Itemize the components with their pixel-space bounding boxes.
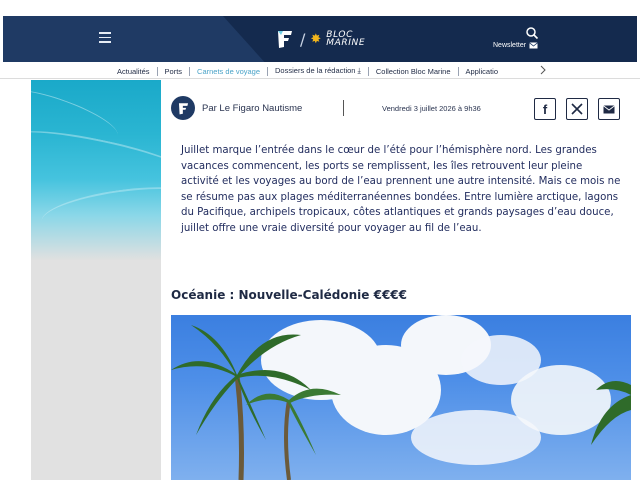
sun-icon: ✸: [310, 31, 322, 47]
email-share-icon[interactable]: [598, 98, 620, 120]
nav-items: Actualités Ports Carnets de voyage Dossi…: [117, 66, 498, 76]
author-avatar[interactable]: [171, 96, 195, 120]
top-strip: [0, 0, 640, 16]
article-byline: Par Le Figaro Nautisme Vendredi 3 juille…: [171, 96, 621, 122]
x-share-icon[interactable]: [566, 98, 588, 120]
nav-item-ports[interactable]: Ports: [165, 67, 183, 76]
brand-line-2: MARINE: [326, 38, 366, 48]
section-heading: Océanie : Nouvelle-Calédonie €€€€: [171, 288, 407, 302]
nav-item-applications[interactable]: Applicatio: [466, 67, 499, 76]
publish-date: Vendredi 3 juillet 2026 à 9h36: [382, 104, 481, 113]
side-panel: [31, 260, 161, 480]
x-logo-icon: [571, 103, 583, 115]
figaro-logo-icon: [278, 31, 292, 48]
envelope-icon: [529, 42, 538, 49]
palm-trees: [171, 325, 631, 480]
nav-divider: [367, 66, 369, 76]
nav-item-actualites[interactable]: Actualités: [117, 67, 150, 76]
author-name[interactable]: Par Le Figaro Nautisme: [202, 103, 302, 114]
search-icon[interactable]: [525, 26, 539, 40]
section-nav: Actualités Ports Carnets de voyage Dossi…: [0, 62, 640, 79]
brand-divider: /: [300, 29, 306, 49]
newsletter-label: Newsletter: [493, 42, 527, 49]
nav-divider: [189, 66, 191, 76]
envelope-icon: [603, 104, 615, 113]
nav-divider: [156, 66, 158, 76]
brand-logo[interactable]: / ✸ BLOC MARINE: [275, 28, 365, 50]
bloc-marine-wordmark: BLOC MARINE: [326, 31, 366, 48]
side-ocean-image: [31, 80, 161, 260]
facebook-glyph: f: [542, 101, 548, 117]
hamburger-menu-icon[interactable]: [99, 32, 111, 44]
figaro-logo-icon: [178, 102, 188, 114]
chevron-right-icon[interactable]: [540, 65, 546, 75]
newsletter-button[interactable]: Newsletter: [493, 42, 538, 49]
nav-divider: [457, 66, 459, 76]
site-header: / ✸ BLOC MARINE Newsletter: [3, 16, 637, 62]
nav-item-carnets-de-voyage[interactable]: Carnets de voyage: [197, 67, 260, 76]
byline-divider: [343, 100, 344, 116]
nav-item-collection-bloc-marine[interactable]: Collection Bloc Marine: [376, 67, 451, 76]
facebook-share-icon[interactable]: f: [534, 98, 556, 120]
article-intro: Juillet marque l’entrée dans le cœur de …: [181, 145, 621, 234]
nav-item-dossiers[interactable]: Dossiers de la rédaction ⤓: [275, 66, 361, 76]
hero-photo: [171, 315, 631, 480]
nav-divider: [267, 66, 269, 76]
